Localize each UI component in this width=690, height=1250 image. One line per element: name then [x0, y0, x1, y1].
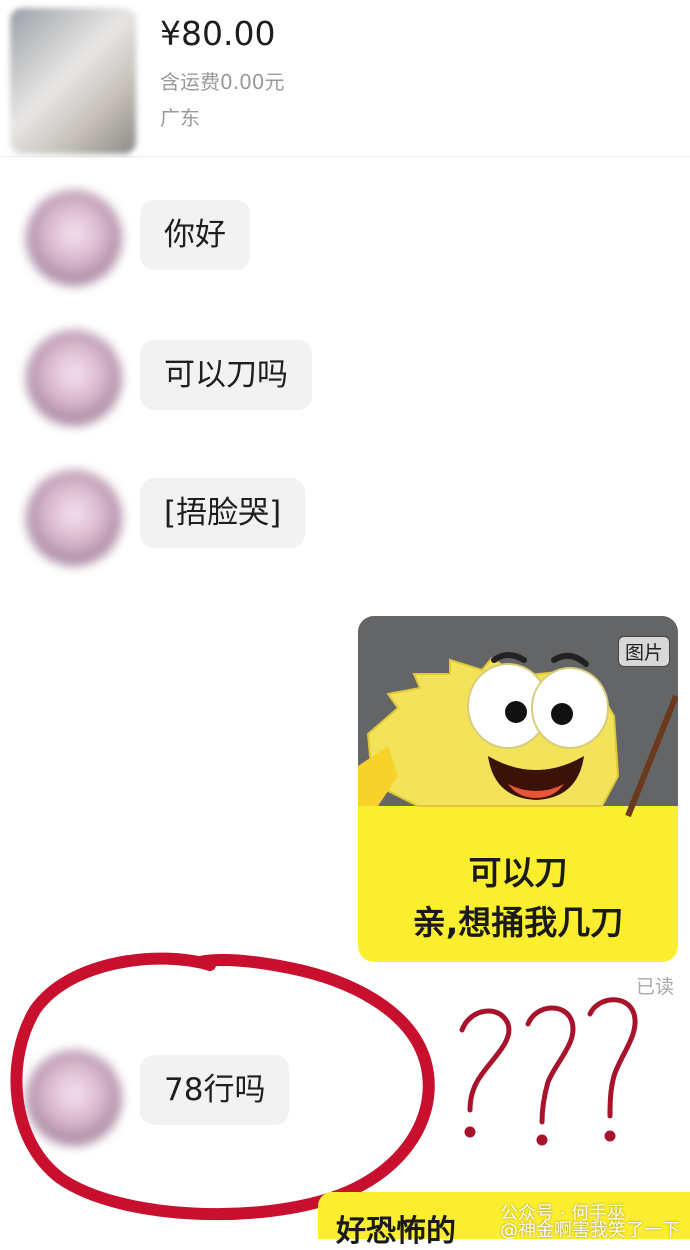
annotation-circle — [10, 952, 435, 1221]
bottom-banner-text: 好恐怖的 — [336, 1214, 456, 1249]
red-annotation-overlay — [10, 952, 638, 1221]
watermark-line2: @神金啊害我笑了一下 — [500, 1220, 680, 1241]
question-marks-icon — [459, 997, 638, 1146]
